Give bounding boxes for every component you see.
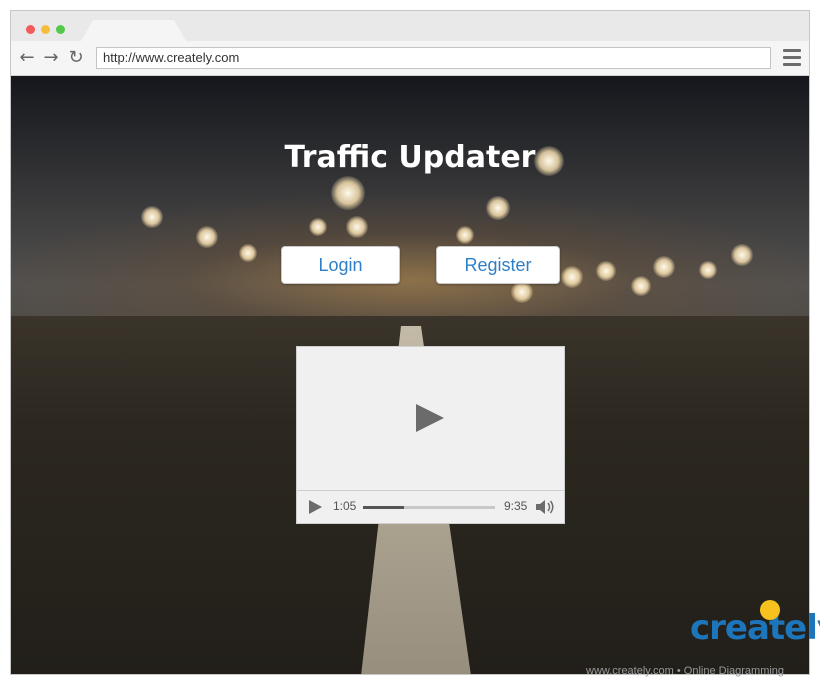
video-controls: 1:05 9:35 bbox=[297, 490, 564, 523]
volume-icon[interactable] bbox=[535, 499, 557, 515]
background-light bbox=[511, 281, 533, 303]
background-light bbox=[486, 196, 510, 220]
register-button[interactable]: Register bbox=[436, 246, 560, 284]
background-light bbox=[331, 176, 365, 210]
current-time: 1:05 bbox=[333, 499, 357, 513]
background-light bbox=[141, 206, 163, 228]
browser-window: ← → ↻ http://www.creately.com Traffic Up… bbox=[10, 10, 810, 675]
background-light bbox=[596, 261, 616, 281]
address-bar[interactable]: http://www.creately.com bbox=[96, 47, 771, 69]
title-bar bbox=[11, 11, 809, 41]
maximize-window-dot[interactable] bbox=[56, 25, 65, 34]
video-screen[interactable] bbox=[297, 347, 564, 491]
creately-logo: creately bbox=[690, 600, 820, 648]
play-icon[interactable] bbox=[309, 500, 322, 514]
total-time: 9:35 bbox=[504, 499, 528, 513]
watermark-caption: www.creately.com • Online Diagramming bbox=[586, 665, 785, 677]
page-title: Traffic Updater bbox=[284, 140, 536, 175]
seek-bar[interactable] bbox=[363, 506, 495, 509]
play-icon[interactable] bbox=[416, 404, 444, 432]
background-light bbox=[699, 261, 717, 279]
background-light bbox=[631, 276, 651, 296]
background-light bbox=[309, 218, 327, 236]
page-viewport: Traffic Updater Login Register 1:05 9:35 bbox=[11, 76, 809, 674]
background-light bbox=[653, 256, 675, 278]
arrow-right-icon[interactable]: → bbox=[41, 48, 61, 68]
browser-tab[interactable] bbox=[81, 20, 186, 41]
hamburger-menu-icon[interactable] bbox=[783, 49, 801, 67]
login-button[interactable]: Login bbox=[281, 246, 400, 284]
background-light bbox=[239, 244, 257, 262]
background-light bbox=[196, 226, 218, 248]
arrow-left-icon[interactable]: ← bbox=[17, 48, 37, 68]
seek-bar-progress bbox=[363, 506, 404, 509]
reload-icon[interactable]: ↻ bbox=[66, 48, 86, 68]
video-player: 1:05 9:35 bbox=[296, 346, 565, 524]
background-light bbox=[456, 226, 474, 244]
browser-toolbar: ← → ↻ http://www.creately.com bbox=[11, 41, 809, 76]
minimize-window-dot[interactable] bbox=[41, 25, 50, 34]
background-light bbox=[561, 266, 583, 288]
background-glow bbox=[11, 196, 809, 336]
lightbulb-icon bbox=[760, 600, 780, 620]
close-window-dot[interactable] bbox=[26, 25, 35, 34]
background-light bbox=[346, 216, 368, 238]
background-light bbox=[731, 244, 753, 266]
